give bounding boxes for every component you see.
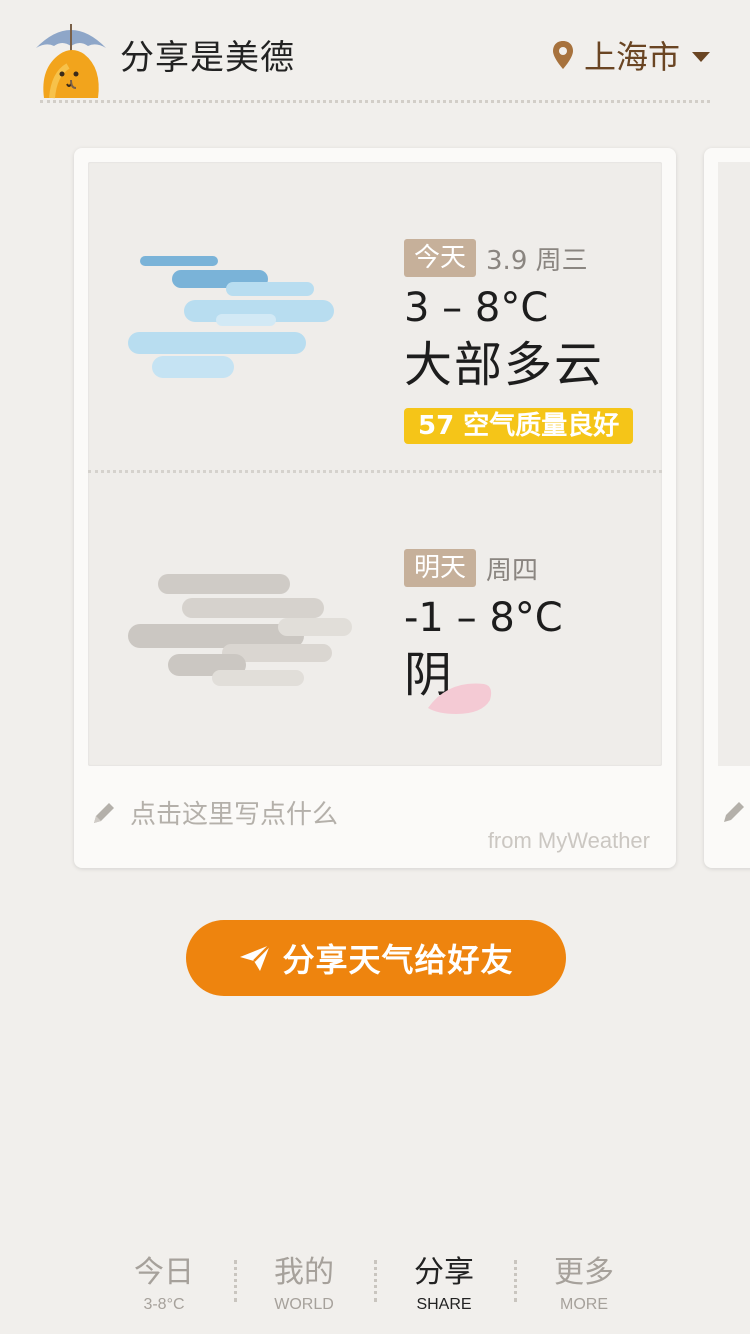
today-date: 3.9 周三 (486, 245, 588, 276)
petal-decoration (428, 683, 492, 714)
tomorrow-temperature: -1 – 8°C (404, 595, 563, 641)
note-input[interactable]: 点击这里写点什么 (90, 794, 338, 831)
tab-sublabel: SHARE (416, 1296, 472, 1313)
aqi-badge: 57 空气质量良好 (404, 408, 634, 444)
next-card-peek[interactable] (704, 148, 750, 868)
today-temperature: 3 – 8°C (404, 285, 549, 331)
pencil-icon (724, 802, 744, 822)
tab-sublabel: MORE (560, 1296, 608, 1313)
tab-sublabel: 3-8°C (143, 1296, 185, 1313)
dropdown-caret-icon (692, 52, 710, 62)
tab-share[interactable]: 分享 SHARE (374, 1254, 514, 1314)
weather-share-card[interactable]: 今天 3.9 周三 3 – 8°C 大部多云 57 空气质量良好 明天 周四 -… (74, 148, 676, 868)
location-selector[interactable]: 上海市 (552, 32, 710, 78)
bottom-tab-bar: 今日 3-8°C 我的 WORLD 分享 SHARE 更多 MORE (94, 1254, 654, 1324)
page-title: 分享是美德 (120, 38, 295, 78)
share-button-label: 分享天气给好友 (282, 941, 514, 979)
forecast-panel: 今天 3.9 周三 3 – 8°C 大部多云 57 空气质量良好 明天 周四 -… (88, 162, 662, 766)
today-badge: 今天 (404, 239, 477, 277)
next-card-panel (718, 162, 750, 766)
today-forecast: 今天 3.9 周三 3 – 8°C 大部多云 57 空气质量良好 (404, 238, 634, 444)
note-placeholder: 点击这里写点什么 (130, 800, 339, 830)
cloudy-icon (128, 256, 334, 378)
tab-world[interactable]: 我的 WORLD (234, 1254, 374, 1314)
location-label: 上海市 (583, 38, 680, 76)
location-pin-icon (552, 41, 573, 69)
pencil-icon (94, 802, 114, 823)
share-weather-button[interactable]: 分享天气给好友 (186, 920, 566, 996)
tomorrow-date: 周四 (486, 555, 539, 586)
tab-sublabel: WORLD (274, 1296, 334, 1313)
tab-label: 我的 (274, 1255, 334, 1290)
tab-more[interactable]: 更多 MORE (514, 1254, 654, 1314)
umbrella-mascot-icon[interactable] (32, 18, 110, 102)
header-divider (40, 100, 710, 103)
forecast-divider (88, 470, 662, 473)
today-condition: 大部多云 (404, 337, 605, 393)
tab-label: 更多 (554, 1255, 614, 1290)
tab-label: 今日 (134, 1255, 194, 1290)
send-icon (240, 944, 272, 971)
tab-label: 分享 (414, 1255, 474, 1290)
tomorrow-badge: 明天 (404, 549, 477, 587)
tab-today[interactable]: 今日 3-8°C (94, 1254, 234, 1314)
overcast-icon (128, 574, 352, 686)
watermark: from MyWeather (487, 828, 650, 853)
header: 分享是美德 上海市 (0, 0, 750, 104)
